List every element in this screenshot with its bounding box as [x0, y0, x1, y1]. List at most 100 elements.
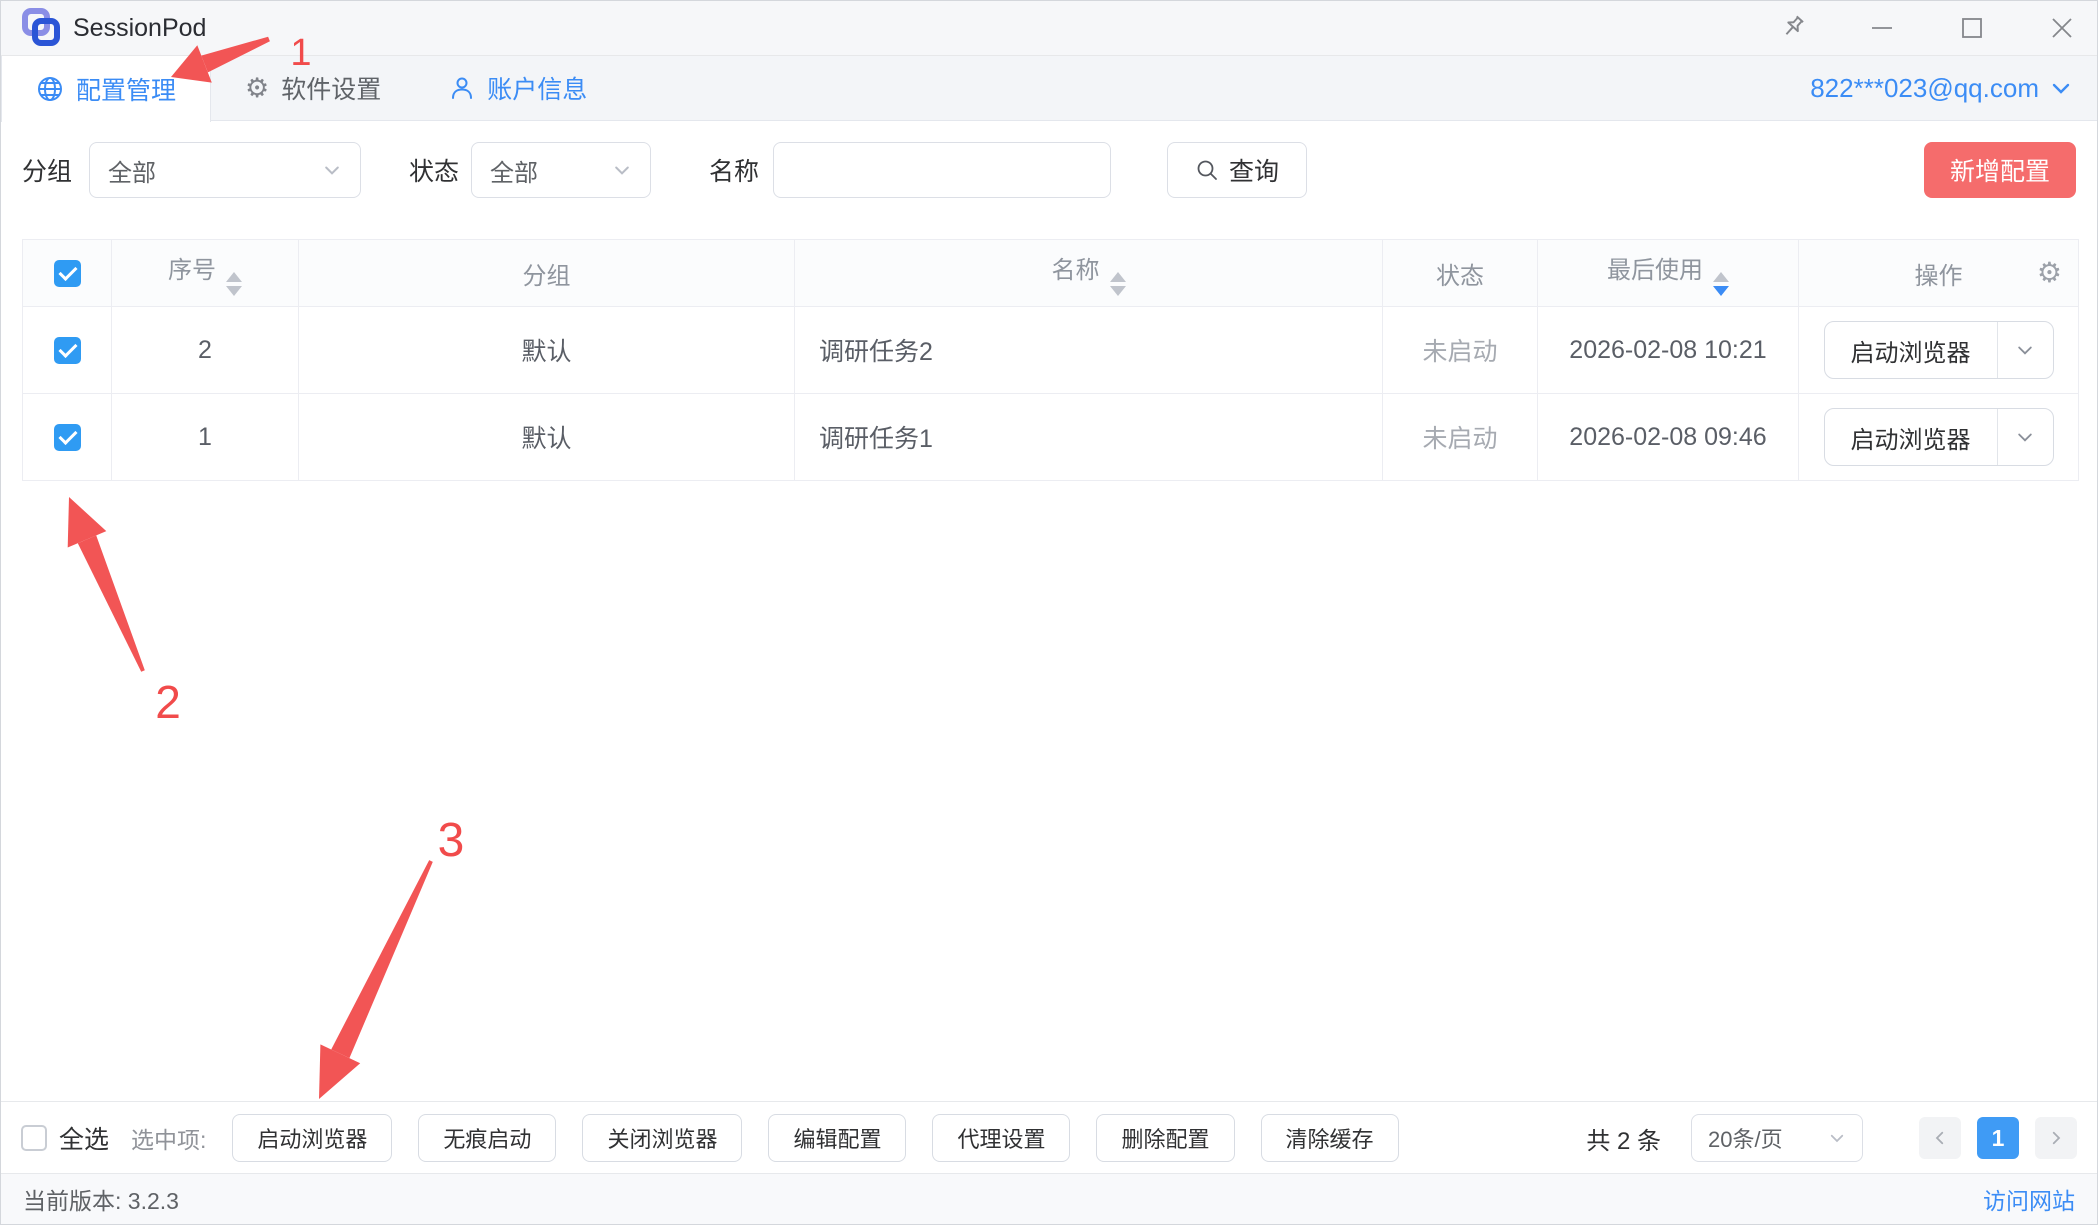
prev-page-button[interactable] — [1919, 1117, 1961, 1159]
app-logo-icon — [19, 7, 63, 49]
select-all-header-checkbox[interactable] — [23, 240, 112, 307]
config-table: 序号 分组 名称 状态 最后使用 操作 ⚙ — [22, 239, 2079, 481]
sort-icon[interactable] — [226, 272, 242, 296]
tab-label: 配置管理 — [76, 71, 176, 107]
launch-browser-batch-button[interactable]: 启动浏览器 — [232, 1114, 392, 1162]
sort-icon[interactable] — [1110, 272, 1126, 296]
name-cell: 调研任务2 — [795, 307, 1383, 394]
actions-cell: 启动浏览器 — [1799, 394, 2079, 481]
group-cell: 默认 — [299, 307, 795, 394]
last-used-cell: 2026-02-08 09:46 — [1538, 394, 1799, 481]
checkbox-checked-icon[interactable] — [54, 337, 81, 364]
name-cell: 调研任务1 — [795, 394, 1383, 481]
batch-action-toolbar: 全选 选中项: 启动浏览器 无痕启动 关闭浏览器 编辑配置 代理设置 删除配置 … — [1, 1101, 2097, 1174]
gear-icon: ⚙ — [245, 75, 269, 102]
account-email: 822***023@qq.com — [1810, 73, 2039, 104]
seq-cell: 1 — [112, 394, 299, 481]
tab-strip: 配置管理 ⚙ 软件设置 账户信息 822***023@qq.com — [1, 56, 2097, 121]
status-cell: 未启动 — [1383, 307, 1538, 394]
titlebar: SessionPod — [1, 1, 2097, 56]
search-button-label: 查询 — [1229, 152, 1279, 188]
tab-config-management[interactable]: 配置管理 — [1, 56, 211, 122]
select-all-checkbox[interactable] — [21, 1125, 47, 1151]
page-size-value: 20条/页 — [1708, 1122, 1783, 1154]
group-filter-select[interactable]: 全部 — [89, 142, 361, 198]
status-filter-select[interactable]: 全部 — [471, 142, 651, 198]
column-label: 最后使用 — [1607, 257, 1703, 284]
tab-label: 软件设置 — [281, 70, 381, 106]
row-checkbox-cell[interactable] — [23, 394, 112, 481]
column-label: 序号 — [168, 257, 216, 284]
add-config-button[interactable]: 新增配置 — [1924, 142, 2076, 198]
launch-browser-split-button[interactable]: 启动浏览器 — [1824, 321, 2054, 379]
launch-browser-split-button[interactable]: 启动浏览器 — [1824, 408, 2054, 466]
chevron-down-icon — [2049, 76, 2073, 100]
total-count-label: 共 2 条 — [1586, 1121, 1661, 1156]
column-header-name[interactable]: 名称 — [795, 240, 1383, 307]
page-size-select[interactable]: 20条/页 — [1691, 1114, 1863, 1162]
app-title: SessionPod — [73, 14, 206, 43]
pin-icon[interactable] — [1775, 11, 1809, 45]
maximize-button[interactable] — [1955, 11, 1989, 45]
status-filter-value: 全部 — [490, 153, 538, 188]
action-dropdown-button[interactable] — [1997, 322, 2053, 378]
page-number-button[interactable]: 1 — [1977, 1117, 2019, 1159]
table-row: 2 默认 调研任务2 未启动 2026-02-08 10:21 启动浏览器 — [23, 307, 2079, 394]
name-filter-label: 名称 — [709, 142, 759, 198]
seq-cell: 2 — [112, 307, 299, 394]
actions-cell: 启动浏览器 — [1799, 307, 2079, 394]
search-icon — [1195, 158, 1219, 182]
chevron-down-icon — [1828, 1129, 1846, 1147]
group-cell: 默认 — [299, 394, 795, 481]
last-used-cell: 2026-02-08 10:21 — [1538, 307, 1799, 394]
checkbox-checked-icon[interactable] — [54, 424, 81, 451]
clear-cache-button[interactable]: 清除缓存 — [1261, 1114, 1399, 1162]
select-all-label: 全选 — [59, 1120, 109, 1156]
launch-browser-button[interactable]: 启动浏览器 — [1825, 409, 1997, 465]
delete-config-button[interactable]: 删除配置 — [1096, 1114, 1234, 1162]
launch-browser-button[interactable]: 启动浏览器 — [1825, 322, 1997, 378]
column-header-last-used[interactable]: 最后使用 — [1538, 240, 1799, 307]
window-controls — [1719, 11, 2079, 45]
visit-website-link[interactable]: 访问网站 — [1983, 1182, 2075, 1216]
version-label: 当前版本: 3.2.3 — [23, 1182, 179, 1216]
status-cell: 未启动 — [1383, 394, 1538, 481]
column-settings-gear-icon[interactable]: ⚙ — [2037, 259, 2062, 287]
table-row: 1 默认 调研任务1 未启动 2026-02-08 09:46 启动浏览器 — [23, 394, 2079, 481]
close-browser-button[interactable]: 关闭浏览器 — [582, 1114, 742, 1162]
row-checkbox-cell[interactable] — [23, 307, 112, 394]
selected-items-label: 选中项: — [131, 1121, 206, 1155]
sort-icon-active-desc[interactable] — [1713, 272, 1729, 296]
table-header-row: 序号 分组 名称 状态 最后使用 操作 ⚙ — [23, 240, 2079, 307]
proxy-settings-button[interactable]: 代理设置 — [932, 1114, 1070, 1162]
main-content: 分组 全部 状态 全部 名称 查询 新增配置 — [1, 122, 2097, 1224]
close-button[interactable] — [2045, 11, 2079, 45]
column-header-actions: 操作 ⚙ — [1799, 240, 2079, 307]
group-filter-label: 分组 — [22, 142, 72, 198]
action-dropdown-button[interactable] — [1997, 409, 2053, 465]
column-label: 状态 — [1436, 263, 1484, 290]
account-menu[interactable]: 822***023@qq.com — [1810, 56, 2097, 120]
group-filter-value: 全部 — [108, 153, 156, 188]
checkbox-checked-icon[interactable] — [54, 260, 81, 287]
user-icon — [449, 75, 475, 101]
next-page-button[interactable] — [2035, 1117, 2077, 1159]
tab-software-settings[interactable]: ⚙ 软件设置 — [211, 56, 415, 120]
column-header-seq[interactable]: 序号 — [112, 240, 299, 307]
chevron-down-icon — [612, 160, 632, 180]
tab-account-info[interactable]: 账户信息 — [415, 56, 621, 120]
column-header-group[interactable]: 分组 — [299, 240, 795, 307]
app-window: SessionPod — [0, 0, 2098, 1225]
minimize-button[interactable] — [1865, 11, 1899, 45]
chevron-down-icon — [322, 160, 342, 180]
name-filter-input[interactable] — [773, 142, 1111, 198]
pagination: 共 2 条 20条/页 1 — [1586, 1114, 2077, 1162]
column-label: 分组 — [523, 263, 571, 290]
edit-config-button[interactable]: 编辑配置 — [768, 1114, 906, 1162]
globe-icon — [36, 75, 64, 103]
column-header-status[interactable]: 状态 — [1383, 240, 1538, 307]
status-filter-label: 状态 — [409, 142, 459, 198]
incognito-launch-button[interactable]: 无痕启动 — [418, 1114, 556, 1162]
column-label: 操作 — [1915, 263, 1963, 290]
search-button[interactable]: 查询 — [1167, 142, 1307, 198]
